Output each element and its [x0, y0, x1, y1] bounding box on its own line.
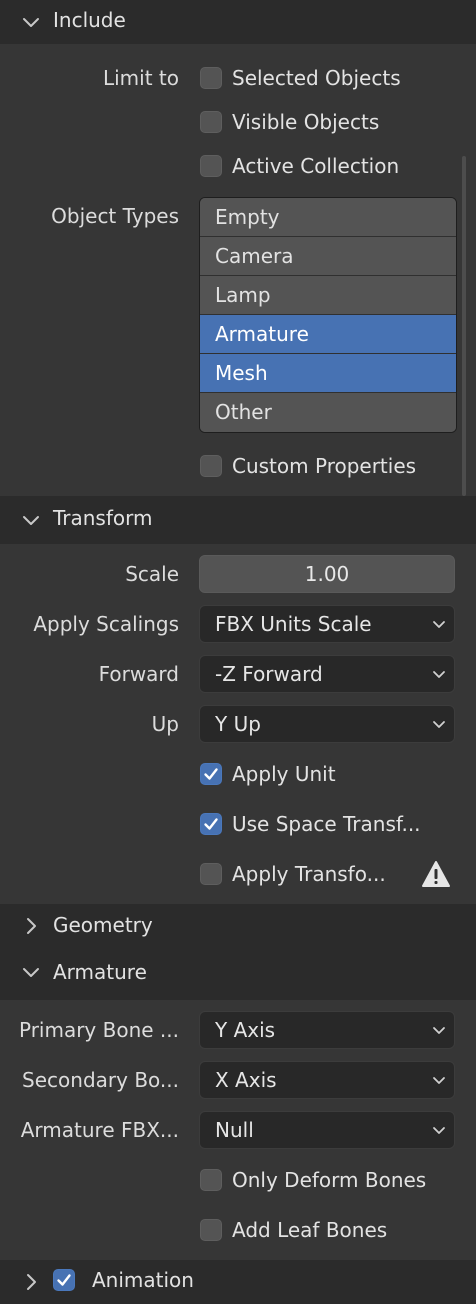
- secondary-bone-axis-dropdown[interactable]: X Axis: [199, 1061, 455, 1099]
- checkmark-icon: [204, 768, 218, 780]
- checkmark-icon: [57, 1274, 71, 1286]
- armature-node-type-label: Armature FBX...: [20, 1118, 179, 1142]
- chevron-down-icon: [433, 721, 445, 728]
- object-type-armature[interactable]: Armature: [200, 315, 456, 354]
- up-dropdown[interactable]: Y Up: [199, 705, 455, 743]
- chevron-down-icon: [23, 516, 39, 525]
- chevron-down-icon: [433, 1077, 445, 1084]
- apply-unit-checkbox[interactable]: [200, 763, 222, 785]
- forward-dropdown[interactable]: -Z Forward: [199, 655, 455, 693]
- primary-bone-axis-value: Y Axis: [215, 1018, 276, 1042]
- apply-transform-checkbox[interactable]: [200, 863, 222, 885]
- custom-properties-label: Custom Properties: [232, 454, 417, 478]
- object-type-other[interactable]: Other: [200, 393, 456, 432]
- scale-field[interactable]: 1.00: [199, 555, 455, 593]
- include-panel-header[interactable]: Include: [0, 0, 476, 44]
- up-value: Y Up: [215, 712, 261, 736]
- custom-properties-checkbox[interactable]: [200, 455, 222, 477]
- animation-enable-checkbox[interactable]: [53, 1269, 75, 1291]
- apply-transform-label: Apply Transfo...: [232, 862, 386, 886]
- apply-scalings-label: Apply Scalings: [33, 612, 179, 636]
- chevron-right-icon: [27, 918, 36, 934]
- chevron-down-icon: [23, 968, 39, 977]
- warning-icon: [422, 861, 450, 887]
- armature-node-type-dropdown[interactable]: Null: [199, 1111, 455, 1149]
- object-type-empty[interactable]: Empty: [200, 198, 456, 237]
- forward-value: -Z Forward: [215, 662, 323, 686]
- object-type-mesh[interactable]: Mesh: [200, 354, 456, 393]
- checkmark-icon: [204, 818, 218, 830]
- chevron-down-icon: [433, 1027, 445, 1034]
- apply-scalings-dropdown[interactable]: FBX Units Scale: [199, 605, 455, 643]
- include-header-label: Include: [53, 8, 126, 32]
- transform-panel-header[interactable]: Transform: [0, 496, 476, 544]
- add-leaf-bones-checkbox[interactable]: [200, 1219, 222, 1241]
- apply-scalings-value: FBX Units Scale: [215, 612, 372, 636]
- visible-objects-checkbox[interactable]: [200, 111, 222, 133]
- object-types-label: Object Types: [51, 204, 179, 228]
- chevron-right-icon: [27, 1274, 36, 1290]
- object-type-lamp[interactable]: Lamp: [200, 276, 456, 315]
- armature-node-type-value: Null: [215, 1118, 254, 1142]
- chevron-down-icon: [433, 621, 445, 628]
- primary-bone-axis-label: Primary Bone ...: [18, 1018, 179, 1042]
- forward-label: Forward: [98, 662, 179, 686]
- secondary-bone-axis-label: Secondary Bo...: [22, 1068, 179, 1092]
- geometry-header-label: Geometry: [53, 913, 153, 937]
- visible-objects-label: Visible Objects: [232, 110, 380, 134]
- selected-objects-label: Selected Objects: [232, 66, 401, 90]
- animation-header-label: Animation: [92, 1268, 194, 1292]
- object-type-camera[interactable]: Camera: [200, 237, 456, 276]
- scale-label: Scale: [125, 562, 179, 586]
- scrollbar[interactable]: [462, 156, 466, 496]
- chevron-down-icon: [23, 18, 39, 27]
- armature-header-label: Armature: [53, 960, 147, 984]
- animation-panel-header[interactable]: Animation: [0, 1260, 476, 1304]
- geometry-panel-header[interactable]: Geometry: [0, 904, 476, 948]
- secondary-bone-axis-value: X Axis: [215, 1068, 277, 1092]
- primary-bone-axis-dropdown[interactable]: Y Axis: [199, 1011, 455, 1049]
- transform-header-label: Transform: [53, 506, 153, 530]
- chevron-down-icon: [433, 1127, 445, 1134]
- only-deform-bones-label: Only Deform Bones: [232, 1168, 427, 1192]
- up-label: Up: [151, 712, 179, 736]
- use-space-transform-checkbox[interactable]: [200, 813, 222, 835]
- object-types-list: Empty Camera Lamp Armature Mesh Other: [199, 197, 457, 433]
- only-deform-bones-checkbox[interactable]: [200, 1169, 222, 1191]
- chevron-down-icon: [433, 671, 445, 678]
- limit-to-label: Limit to: [102, 66, 179, 90]
- add-leaf-bones-label: Add Leaf Bones: [232, 1218, 388, 1242]
- active-collection-label: Active Collection: [232, 154, 400, 178]
- selected-objects-checkbox[interactable]: [200, 67, 222, 89]
- armature-panel-header[interactable]: Armature: [0, 948, 476, 1000]
- use-space-transform-label: Use Space Transf...: [232, 812, 421, 836]
- active-collection-checkbox[interactable]: [200, 155, 222, 177]
- apply-unit-label: Apply Unit: [232, 762, 336, 786]
